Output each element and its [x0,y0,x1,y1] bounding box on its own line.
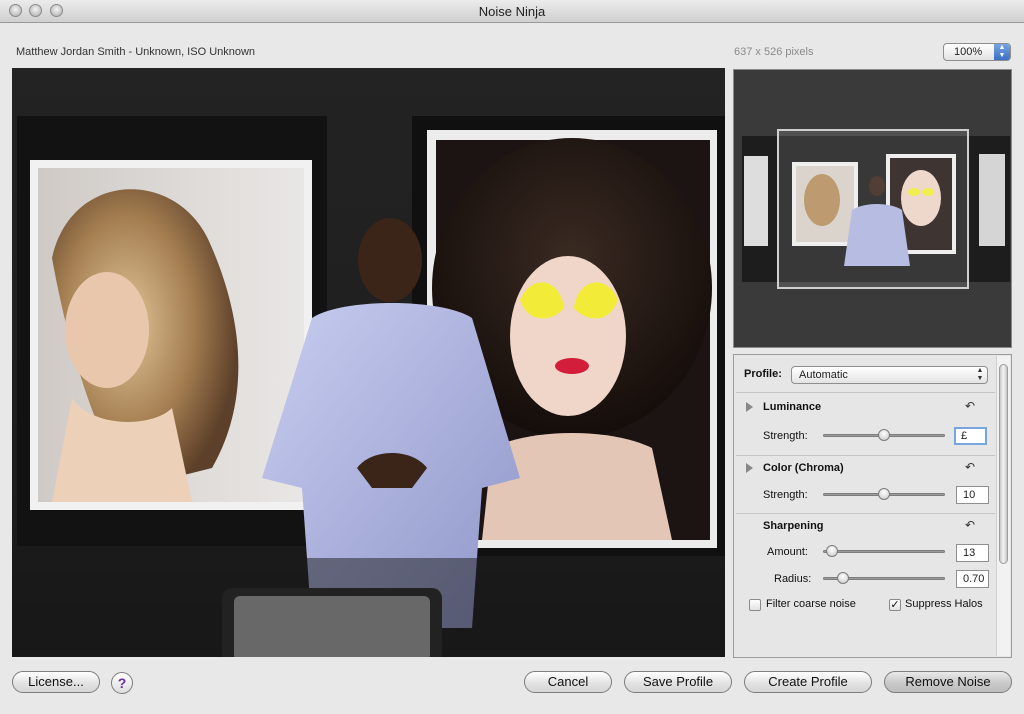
settings-panel: Profile: Automatic ▲ ▼ Luminance ↶ Streng… [733,354,1012,658]
zoom-value: 100% [954,46,983,58]
luminance-strength-field[interactable]: £ [954,427,987,445]
suppress-halos-label: Suppress Halos [905,598,983,610]
cancel-button[interactable]: Cancel [524,671,612,693]
create-profile-button[interactable]: Create Profile [744,671,872,693]
image-canvas[interactable] [12,68,725,657]
window-title: Noise Ninja [478,4,546,19]
divider [736,513,995,514]
filter-coarse-checkbox[interactable] [749,599,761,611]
sharpening-reset-icon[interactable]: ↶ [965,518,975,532]
slider-knob[interactable] [878,488,890,500]
photo-image [12,116,725,657]
color-strength-slider[interactable] [823,487,945,503]
select-arrows-icon: ▲ ▼ [976,367,984,382]
suppress-halos-checkbox[interactable]: ✓ [889,599,901,611]
help-button[interactable]: ? [111,672,133,694]
slider-knob[interactable] [878,429,890,441]
camera-info: Matthew Jordan Smith - Unknown, ISO Unkn… [16,46,256,58]
luminance-strength-slider[interactable] [823,428,945,444]
sharpening-radius-label: Radius: [774,573,812,585]
scrollbar-thumb[interactable] [999,364,1008,564]
color-strength-field[interactable]: 10 [956,486,989,504]
zoom-select[interactable]: 100% ▲ ▼ [943,43,1011,61]
color-title: Color (Chroma) [763,462,844,474]
save-profile-button[interactable]: Save Profile [624,671,732,693]
sharpening-radius-field[interactable]: 0.70 [956,570,989,588]
navigator-preview[interactable] [733,69,1012,348]
divider [736,455,995,456]
color-strength-label: Strength: [763,489,808,501]
divider [736,392,995,393]
luminance-reset-icon[interactable]: ↶ [965,399,975,413]
navigator-thumbnail [742,129,1010,289]
remove-noise-button[interactable]: Remove Noise [884,671,1012,693]
slider-knob[interactable] [836,572,849,584]
luminance-strength-label: Strength: [763,430,808,442]
sharpening-amount-field[interactable]: 13 [956,544,989,562]
navigator-viewport-rect [777,129,969,289]
sharpening-title: Sharpening [763,520,824,532]
profile-value: Automatic [799,369,848,381]
slider-track [823,550,945,553]
slider-knob[interactable] [825,545,838,557]
panel-scrollbar[interactable] [996,356,1010,656]
disclosure-triangle-icon[interactable] [746,463,753,473]
sharpening-amount-label: Amount: [767,546,808,558]
license-button[interactable]: License... [12,671,100,693]
profile-label: Profile: [744,368,782,380]
color-reset-icon[interactable]: ↶ [965,460,975,474]
luminance-title: Luminance [763,401,822,413]
sharpening-radius-slider[interactable] [823,571,945,587]
image-size: 637 x 526 pixels [734,46,814,58]
sharpening-amount-slider[interactable] [823,544,945,560]
profile-select[interactable]: Automatic ▲ ▼ [791,366,988,384]
window-titlebar: Noise Ninja [0,0,1024,23]
filter-coarse-label: Filter coarse noise [766,598,856,610]
disclosure-triangle-icon[interactable] [746,402,753,412]
select-arrows-icon: ▲ ▼ [994,44,1010,60]
